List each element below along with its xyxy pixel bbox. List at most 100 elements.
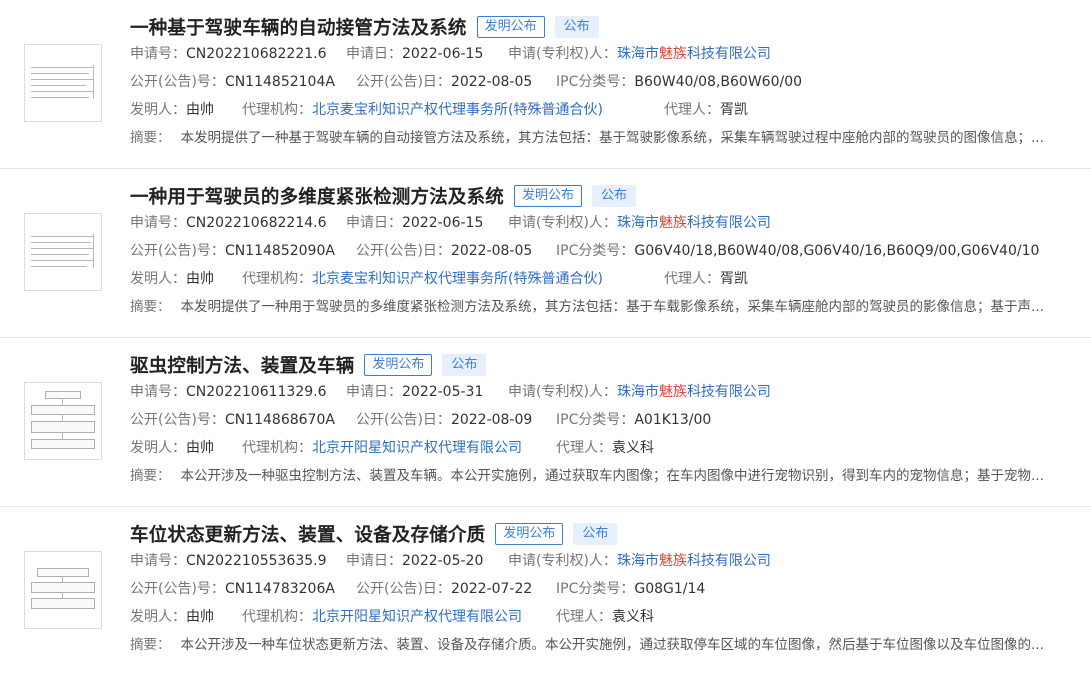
inventor-value: 由帅 [186, 609, 214, 625]
app-date-value: 2022-05-20 [402, 553, 484, 569]
pub-no-value: CN114852104A [224, 74, 335, 90]
agent-value: 胥凯 [720, 102, 748, 118]
agent-label: 代理人： [556, 440, 612, 456]
patent-type-badge: 发明公布 [514, 185, 583, 207]
applicant-label: 申请(专利权)人： [508, 46, 617, 62]
pub-date-value: 2022-08-05 [450, 243, 533, 259]
pub-date-label: 公开(公告)日： [356, 243, 451, 259]
app-no-label: 申请号： [130, 46, 186, 62]
agency-label: 代理机构： [242, 102, 312, 118]
app-no-value: CN202210611329.6 [186, 384, 327, 400]
applicant-post: 科技有限公司 [686, 384, 771, 400]
patent-status-badge: 公布 [592, 185, 637, 207]
pub-date-value: 2022-08-05 [450, 74, 533, 90]
pub-date-value: 2022-07-22 [450, 581, 533, 597]
app-date-value: 2022-05-31 [402, 384, 484, 400]
abstract-label: 摘要： [130, 637, 171, 653]
patent-type-badge: 发明公布 [495, 523, 564, 545]
applicant-pre: 珠海市 [616, 215, 659, 231]
app-no-value: CN202210682214.6 [186, 215, 327, 231]
pub-no-label: 公开(公告)号： [130, 412, 225, 428]
applicant-label: 申请(专利权)人： [508, 384, 617, 400]
applicant-post: 科技有限公司 [686, 553, 771, 569]
patent-status-badge: 公布 [554, 16, 599, 38]
app-no-label: 申请号： [130, 215, 186, 231]
abstract-text: 本公开涉及一种车位状态更新方法、装置、设备及存储介质。本公开实施例，通过获取停车… [180, 637, 1044, 653]
applicant-pre: 珠海市 [616, 553, 659, 569]
agency-link[interactable]: 北京麦宝利知识产权代理事务所(特殊普通合伙) [312, 271, 603, 287]
agency-label: 代理机构： [242, 271, 312, 287]
pub-no-label: 公开(公告)号： [130, 243, 225, 259]
patent-record: 一种用于驾驶员的多维度紧张检测方法及系统 发明公布 公布 申请号：CN20221… [0, 169, 1091, 337]
app-date-value: 2022-06-15 [402, 46, 484, 62]
agent-value: 袁义科 [612, 440, 654, 456]
patent-record: 驱虫控制方法、装置及车辆 发明公布 公布 申请号：CN202210611329.… [0, 338, 1091, 506]
abstract-text: 本发明提供了一种用于驾驶员的多维度紧张检测方法及系统，其方法包括：基于车载影像系… [180, 299, 1044, 315]
applicant-label: 申请(专利权)人： [508, 553, 617, 569]
agent-value: 袁义科 [612, 609, 654, 625]
abstract-text: 本公开涉及一种驱虫控制方法、装置及车辆。本公开实施例，通过获取车内图像；在车内图… [180, 468, 1044, 484]
applicant-link[interactable]: 珠海市魅族科技有限公司 [617, 384, 771, 400]
applicant-highlight: 魅族 [658, 553, 687, 569]
applicant-post: 科技有限公司 [686, 215, 771, 231]
applicant-post: 科技有限公司 [686, 46, 771, 62]
inventor-label: 发明人： [130, 271, 186, 287]
patent-drawing-thumbnail[interactable] [24, 551, 102, 629]
ipc-value: B60W40/08,B60W60/00 [634, 74, 803, 90]
ipc-label: IPC分类号： [556, 581, 635, 597]
ipc-label: IPC分类号： [556, 412, 635, 428]
patent-drawing-thumbnail[interactable] [24, 382, 102, 460]
inventor-value: 由帅 [186, 271, 214, 287]
inventor-label: 发明人： [130, 609, 186, 625]
patent-drawing-thumbnail[interactable] [24, 44, 102, 122]
agent-value: 胥凯 [720, 271, 748, 287]
patent-title[interactable]: 驱虫控制方法、装置及车辆 [130, 352, 354, 378]
agent-label: 代理人： [664, 271, 720, 287]
patent-title[interactable]: 一种基于驾驶车辆的自动接管方法及系统 [130, 14, 467, 40]
patent-abstract: 摘要： 本发明提供了一种用于驾驶员的多维度紧张检测方法及系统，其方法包括：基于车载… [130, 297, 1075, 317]
agency-link[interactable]: 北京麦宝利知识产权代理事务所(特殊普通合伙) [312, 102, 603, 118]
agent-label: 代理人： [664, 102, 720, 118]
agency-link[interactable]: 北京开阳星知识产权代理有限公司 [312, 440, 522, 456]
inventor-label: 发明人： [130, 102, 186, 118]
agency-label: 代理机构： [242, 609, 312, 625]
inventor-value: 由帅 [186, 102, 214, 118]
patent-status-badge: 公布 [442, 354, 487, 376]
agent-label: 代理人： [556, 609, 612, 625]
pub-no-label: 公开(公告)号： [130, 581, 225, 597]
app-no-value: CN202210682221.6 [186, 46, 327, 62]
patent-status-badge: 公布 [573, 523, 618, 545]
patent-record: 车位状态更新方法、装置、设备及存储介质 发明公布 公布 申请号：CN202210… [0, 507, 1091, 675]
abstract-label: 摘要： [130, 468, 171, 484]
app-no-value: CN202210553635.9 [186, 553, 327, 569]
applicant-highlight: 魅族 [658, 384, 687, 400]
inventor-label: 发明人： [130, 440, 186, 456]
abstract-label: 摘要： [130, 299, 171, 315]
pub-date-label: 公开(公告)日： [356, 74, 451, 90]
ipc-label: IPC分类号： [556, 74, 635, 90]
inventor-value: 由帅 [186, 440, 214, 456]
pub-date-label: 公开(公告)日： [356, 412, 451, 428]
patent-abstract: 摘要： 本发明提供了一种基于驾驶车辆的自动接管方法及系统，其方法包括：基于驾驶影像… [130, 128, 1075, 148]
patent-abstract: 摘要： 本公开涉及一种车位状态更新方法、装置、设备及存储介质。本公开实施例，通过获… [130, 635, 1075, 655]
patent-record: 一种基于驾驶车辆的自动接管方法及系统 发明公布 公布 申请号：CN2022106… [0, 0, 1091, 168]
applicant-link[interactable]: 珠海市魅族科技有限公司 [617, 553, 771, 569]
patent-drawing-thumbnail[interactable] [24, 213, 102, 291]
patent-title[interactable]: 一种用于驾驶员的多维度紧张检测方法及系统 [130, 183, 504, 209]
applicant-highlight: 魅族 [658, 215, 687, 231]
agency-label: 代理机构： [242, 440, 312, 456]
patent-abstract: 摘要： 本公开涉及一种驱虫控制方法、装置及车辆。本公开实施例，通过获取车内图像；在… [130, 466, 1075, 486]
patent-type-badge: 发明公布 [476, 16, 545, 38]
applicant-label: 申请(专利权)人： [508, 215, 617, 231]
ipc-label: IPC分类号： [556, 243, 635, 259]
patent-title[interactable]: 车位状态更新方法、装置、设备及存储介质 [130, 521, 485, 547]
applicant-pre: 珠海市 [616, 384, 659, 400]
ipc-value: G06V40/18,B60W40/08,G06V40/16,B60Q9/00,G… [634, 243, 1040, 259]
agency-link[interactable]: 北京开阳星知识产权代理有限公司 [312, 609, 522, 625]
applicant-link[interactable]: 珠海市魅族科技有限公司 [617, 215, 771, 231]
pub-no-value: CN114868670A [224, 412, 335, 428]
applicant-link[interactable]: 珠海市魅族科技有限公司 [617, 46, 771, 62]
app-date-label: 申请日： [346, 215, 402, 231]
patent-type-badge: 发明公布 [364, 354, 433, 376]
pub-date-label: 公开(公告)日： [356, 581, 451, 597]
